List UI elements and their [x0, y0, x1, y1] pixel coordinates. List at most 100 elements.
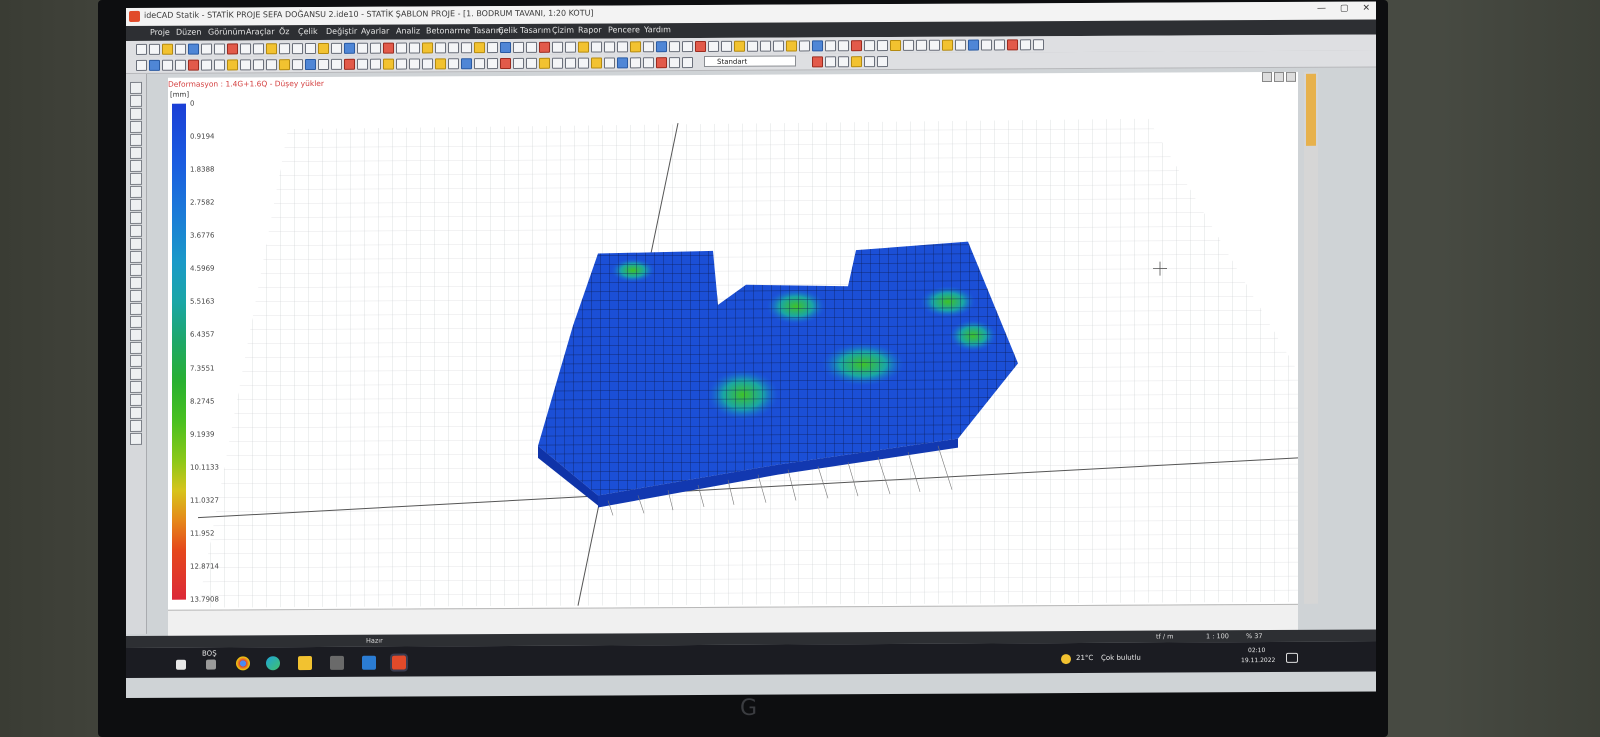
3d-viewport[interactable]: Deformasyon : 1.4G+1.6Q - Düşey yükler […: [168, 71, 1298, 610]
sidebar-tool-button[interactable]: [130, 198, 142, 211]
toolbar-button[interactable]: [799, 40, 810, 52]
task-view-icon[interactable]: [206, 659, 216, 670]
file-explorer-icon[interactable]: [298, 656, 312, 671]
toolbar-button[interactable]: [136, 59, 147, 71]
toolbar-button[interactable]: [773, 40, 784, 52]
toolbar-button[interactable]: [292, 43, 303, 55]
toolbar-button[interactable]: [370, 42, 381, 54]
toolbar-button[interactable]: [292, 59, 303, 71]
toolbar-button[interactable]: [565, 41, 576, 53]
toolbar-button[interactable]: [942, 39, 953, 51]
toolbar-button[interactable]: [253, 59, 264, 71]
toolbar-button[interactable]: [383, 58, 394, 70]
toolbar-button[interactable]: [526, 41, 537, 53]
toolbar-button[interactable]: [617, 41, 628, 53]
toolbar-button[interactable]: [279, 43, 290, 55]
toolbar-button[interactable]: [552, 57, 563, 69]
toolbar-button[interactable]: [851, 40, 862, 52]
sidebar-tool-button[interactable]: [130, 354, 142, 367]
sidebar-tool-button[interactable]: [130, 380, 142, 393]
menu-item-proje[interactable]: Proje: [150, 28, 170, 37]
toolbar-button[interactable]: [162, 59, 173, 71]
toolbar-button[interactable]: [409, 58, 420, 70]
toolbar-button[interactable]: [422, 58, 433, 70]
toolbar-button[interactable]: [968, 39, 979, 51]
toolbar-button[interactable]: [409, 42, 420, 54]
toolbar-button[interactable]: [630, 57, 641, 69]
toolbar-button[interactable]: [812, 40, 823, 52]
toolbar-button[interactable]: [461, 58, 472, 70]
toolbar-button[interactable]: [1033, 39, 1044, 51]
status-scale[interactable]: 1 : 100: [1206, 632, 1229, 640]
toolbar-button[interactable]: [825, 40, 836, 52]
toolbar-button[interactable]: [916, 39, 927, 51]
viewport-minimize-button[interactable]: [1262, 71, 1272, 83]
chrome-icon[interactable]: [236, 656, 250, 671]
toolbar-button[interactable]: [591, 41, 602, 53]
toolbar-button[interactable]: [578, 57, 589, 69]
toolbar-button[interactable]: [539, 41, 550, 53]
toolbar-button[interactable]: [877, 56, 888, 68]
toolbar-button[interactable]: [435, 58, 446, 70]
toolbar-button[interactable]: [526, 57, 537, 69]
toolbar-button[interactable]: [565, 57, 576, 69]
clock-time[interactable]: 02:10: [1248, 647, 1265, 654]
sidebar-tool-button[interactable]: [130, 224, 142, 237]
toolbar-button[interactable]: [539, 57, 550, 69]
sidebar-tool-button[interactable]: [130, 94, 142, 107]
menu-item-degistir[interactable]: Değiştir: [326, 27, 357, 36]
toolbar-button[interactable]: [617, 57, 628, 69]
scrollbar-thumb[interactable]: [1306, 73, 1316, 146]
toolbar-button[interactable]: [214, 59, 225, 71]
sidebar-tool-button[interactable]: [130, 250, 142, 263]
menu-item-oz[interactable]: Öz: [279, 27, 290, 36]
toolbar-button[interactable]: [695, 40, 706, 53]
menu-item-betonarme-tasarim[interactable]: Betonarme Tasarım: [426, 26, 504, 35]
store-icon[interactable]: [330, 655, 344, 670]
sidebar-tool-button[interactable]: [130, 328, 142, 341]
style-select[interactable]: Standart: [704, 55, 796, 67]
toolbar-button[interactable]: [838, 40, 849, 52]
toolbar-button[interactable]: [929, 39, 940, 51]
sidebar-tool-button[interactable]: [130, 276, 142, 289]
sidebar-tool-button[interactable]: [130, 289, 142, 302]
sidebar-tool-button[interactable]: [130, 159, 142, 172]
toolbar-button[interactable]: [240, 59, 251, 71]
toolbar-button[interactable]: [227, 43, 238, 55]
toolbar-button[interactable]: [370, 58, 381, 70]
idecad-icon[interactable]: [390, 653, 408, 672]
toolbar-button[interactable]: [149, 43, 160, 55]
toolbar-button[interactable]: [682, 57, 693, 69]
toolbar-button[interactable]: [656, 41, 667, 53]
edge-icon[interactable]: [266, 656, 280, 671]
toolbar-button[interactable]: [851, 56, 862, 68]
toolbar-button[interactable]: [240, 43, 251, 55]
toolbar-button[interactable]: [682, 41, 693, 53]
toolbar-button[interactable]: [136, 43, 147, 55]
status-unit[interactable]: tf / m: [1156, 633, 1174, 641]
menu-item-analiz[interactable]: Analiz: [396, 26, 420, 35]
toolbar-button[interactable]: [227, 59, 238, 71]
toolbar-button[interactable]: [669, 57, 680, 69]
toolbar-button[interactable]: [435, 42, 446, 54]
sidebar-tool-button[interactable]: [130, 406, 142, 419]
sidebar-tool-button[interactable]: [130, 107, 142, 120]
toolbar-button[interactable]: [513, 41, 524, 53]
toolbar-button[interactable]: [825, 56, 836, 68]
minimize-button[interactable]: —: [1317, 4, 1326, 14]
toolbar-button[interactable]: [552, 41, 563, 53]
toolbar-button[interactable]: [188, 59, 199, 71]
toolbar-button[interactable]: [396, 42, 407, 54]
toolbar-button[interactable]: [487, 42, 498, 54]
sidebar-tool-button[interactable]: [130, 172, 142, 185]
toolbar-button[interactable]: [318, 58, 329, 70]
sidebar-tool-button[interactable]: [130, 315, 142, 328]
sidebar-tool-button[interactable]: [130, 432, 142, 445]
viewport-close-button[interactable]: [1286, 71, 1296, 82]
sidebar-tool-button[interactable]: [130, 419, 142, 432]
toolbar-button[interactable]: [396, 58, 407, 70]
toolbar-button[interactable]: [175, 59, 186, 71]
toolbar-button[interactable]: [201, 43, 212, 55]
toolbar-button[interactable]: [331, 58, 342, 70]
toolbar-button[interactable]: [175, 43, 186, 55]
